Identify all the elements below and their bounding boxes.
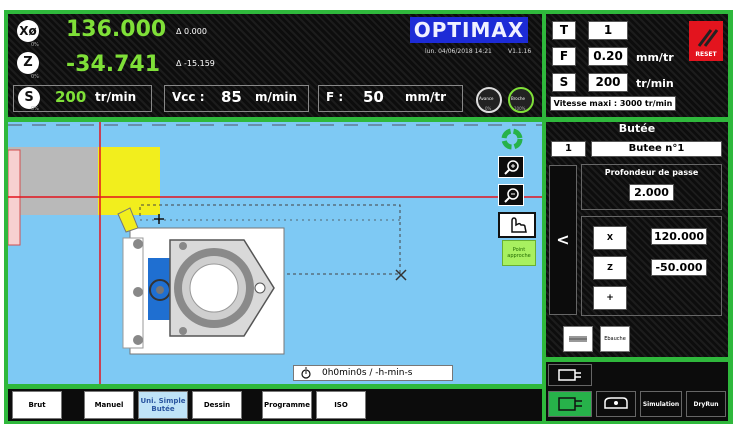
spindle-value: 200 xyxy=(55,88,87,106)
feed-value: 50 xyxy=(363,88,384,106)
axis-z-value: -34.741 xyxy=(66,52,161,77)
feed-label: F : xyxy=(326,90,344,104)
feed-unit: mm/tr xyxy=(405,90,447,104)
max-speed-label: Vitesse maxi : 3000 tr/min xyxy=(550,96,676,111)
avance-label: Avance xyxy=(479,96,494,101)
timer-text: 0h0min0s / -h-min-s xyxy=(322,368,413,378)
simulation-button[interactable]: Simulation xyxy=(640,391,682,417)
broche-pct: 100% xyxy=(514,106,526,111)
turret-active-icon xyxy=(558,397,582,411)
depth-field[interactable]: 2.000 xyxy=(629,184,674,201)
z-field[interactable]: -50.000 xyxy=(651,259,707,276)
tool-mode-button[interactable] xyxy=(548,364,592,386)
axis-z-delta: Δ -15.159 xyxy=(176,59,215,68)
spindle-small: 0% xyxy=(31,106,39,112)
butee-number-field[interactable]: 1 xyxy=(551,141,586,157)
stock-bar xyxy=(8,147,104,215)
ebauche-button[interactable]: Ebauche xyxy=(600,326,630,352)
hand-wheel-button[interactable] xyxy=(596,391,636,417)
axis-z-small: 0% xyxy=(31,74,39,80)
reset-icon xyxy=(697,29,719,47)
tool-s-label: S xyxy=(552,73,576,92)
z-label: Z xyxy=(593,256,627,280)
stopwatch-icon xyxy=(301,367,311,379)
zoom-out-icon xyxy=(504,188,519,203)
vcc-value: 85 xyxy=(221,88,242,106)
tool-t-label: T xyxy=(552,21,576,40)
tab-programme[interactable]: Programme xyxy=(262,391,312,419)
auto-mode-button[interactable] xyxy=(548,391,592,417)
timer-box: 0h0min0s / -h-min-s xyxy=(293,365,453,381)
vcc-label: Vcc : xyxy=(172,90,205,104)
cycle-icon-button[interactable] xyxy=(563,326,593,352)
tool-f-label: F xyxy=(552,47,576,66)
drawing-canvas[interactable]: Point approche 0h0min0s / -h-min-s xyxy=(8,122,542,384)
refresh-icon[interactable] xyxy=(501,128,523,150)
handwheel-icon xyxy=(604,397,628,409)
tool-t-field[interactable]: 1 xyxy=(588,21,628,40)
butee-title: Butée xyxy=(618,122,656,135)
add-point-button[interactable]: + xyxy=(593,286,627,310)
hand-icon xyxy=(511,217,527,233)
tool-s-field[interactable]: 200 xyxy=(588,73,628,92)
dryrun-button[interactable]: DryRun xyxy=(686,391,726,417)
vcc-unit: m/min xyxy=(255,90,298,104)
butee-name-field[interactable]: Butee n°1 xyxy=(591,141,722,157)
roughing-cycle-icon xyxy=(569,336,587,342)
optimax-logo: OPTIMAX xyxy=(410,17,528,43)
avance-pct: 0% xyxy=(485,106,492,111)
tab-iso[interactable]: ISO xyxy=(316,391,366,419)
tab-uni-simple-butee[interactable]: Uni. Simple Butée xyxy=(138,391,188,419)
reset-label: RESET xyxy=(695,51,717,58)
tab-brut[interactable]: Brut xyxy=(12,391,62,419)
datetime: lun. 04/06/2018 14:21 xyxy=(425,48,492,55)
broche-label: Broche xyxy=(511,96,525,101)
reset-button[interactable]: RESET xyxy=(689,21,723,61)
stock-end xyxy=(98,147,160,215)
point-approche-button[interactable]: Point approche xyxy=(502,240,536,266)
depth-label: Profondeur de passe xyxy=(604,168,699,177)
axis-x-small: 0% xyxy=(31,42,39,48)
tab-manuel[interactable]: Manuel xyxy=(84,391,134,419)
spindle-unit: tr/min xyxy=(95,90,137,104)
tool-f-unit: mm/tr xyxy=(636,51,674,64)
tool-f-field[interactable]: 0.20 xyxy=(588,47,628,66)
x-field[interactable]: 120.000 xyxy=(651,228,707,245)
version: V1.1.16 xyxy=(508,48,532,55)
turret-icon xyxy=(558,369,581,381)
zoom-out-button[interactable] xyxy=(498,184,524,206)
pan-button[interactable] xyxy=(498,212,536,238)
tool-s-unit: tr/min xyxy=(636,77,674,90)
axis-z-label: Z xyxy=(17,52,39,74)
toolpath-drawing xyxy=(8,122,542,384)
axis-x-delta: Δ 0.000 xyxy=(176,27,207,36)
tab-dessin[interactable]: Dessin xyxy=(192,391,242,419)
axis-x-label: Xø xyxy=(17,20,39,42)
x-label: X xyxy=(593,226,627,250)
axis-x-value: 136.000 xyxy=(66,17,167,42)
zoom-in-icon xyxy=(504,160,519,175)
zoom-in-button[interactable] xyxy=(498,156,524,178)
back-button[interactable]: < xyxy=(549,165,577,315)
back-arrow: < xyxy=(556,230,570,249)
